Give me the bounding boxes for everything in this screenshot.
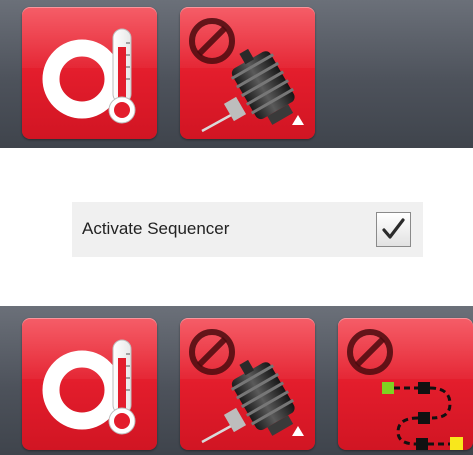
bottom-toolbar [0, 306, 473, 455]
temperature-control-icon [42, 28, 136, 124]
disabled-sequencer-icon [347, 329, 463, 450]
disabled-syringe-pump-icon [189, 18, 304, 133]
syringe-pump-button[interactable] [180, 7, 315, 139]
activate-sequencer-checkbox[interactable] [376, 212, 411, 247]
checkmark-icon [382, 218, 405, 239]
temperature-control-button[interactable] [22, 318, 157, 450]
top-toolbar [0, 0, 473, 148]
disabled-syringe-pump-icon [189, 329, 304, 444]
temperature-control-icon [42, 339, 136, 435]
sequencer-button[interactable] [338, 318, 473, 450]
activate-sequencer-row: Activate Sequencer [72, 202, 423, 257]
temperature-control-button[interactable] [22, 7, 157, 139]
syringe-pump-button[interactable] [180, 318, 315, 450]
activate-sequencer-label: Activate Sequencer [82, 219, 230, 238]
